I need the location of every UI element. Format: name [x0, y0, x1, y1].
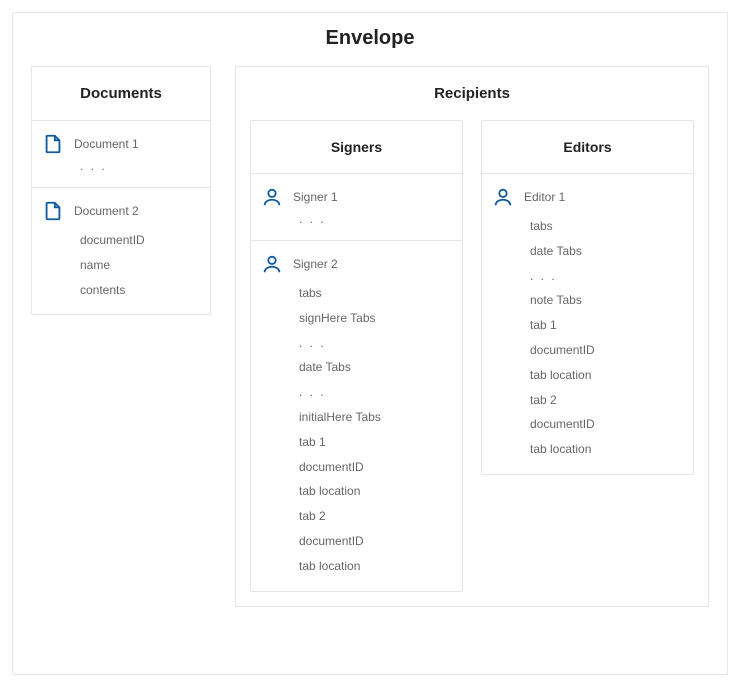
ellipsis: . . . — [299, 380, 452, 405]
documents-panel: Documents Document 1 . . . — [31, 66, 211, 315]
tab-prop: documentID — [299, 529, 452, 554]
signer-item: Signer 1 . . . — [251, 173, 462, 240]
tab-group: date Tabs — [530, 239, 683, 264]
person-icon — [492, 186, 514, 208]
editor-label: Editor 1 — [524, 190, 565, 204]
document-prop: name — [80, 253, 200, 278]
tab-prop: documentID — [530, 412, 683, 437]
tab-prop: tab location — [530, 437, 683, 462]
document-icon — [42, 133, 64, 155]
ellipsis: . . . — [42, 155, 200, 175]
ellipsis: . . . — [299, 331, 452, 356]
document-prop: contents — [80, 278, 200, 303]
tab-group: initialHere Tabs — [299, 405, 452, 430]
signer-label: Signer 1 — [293, 190, 338, 204]
document-icon — [42, 200, 64, 222]
document-label: Document 1 — [74, 137, 139, 151]
tabs-label: tabs — [530, 214, 683, 239]
tab-group: note Tabs — [530, 288, 683, 313]
recipients-panel: Recipients Signers Signer 1 — [235, 66, 709, 607]
document-prop: documentID — [80, 228, 200, 253]
tab-item: tab 1 — [530, 313, 683, 338]
person-icon — [261, 253, 283, 275]
editors-panel: Editors Editor 1 tabs date Tabs — [481, 120, 694, 475]
document-label: Document 2 — [74, 204, 139, 218]
tab-item: tab 1 — [299, 430, 452, 455]
person-icon — [261, 186, 283, 208]
signers-title: Signers — [251, 121, 462, 173]
signers-panel: Signers Signer 1 . . . — [250, 120, 463, 592]
tab-prop: tab location — [299, 554, 452, 579]
tab-group: signHere Tabs — [299, 306, 452, 331]
tab-group: date Tabs — [299, 355, 452, 380]
tab-prop: documentID — [530, 338, 683, 363]
editor-item: Editor 1 tabs date Tabs . . . note Tabs … — [482, 173, 693, 474]
tab-item: tab 2 — [530, 388, 683, 413]
ellipsis: . . . — [261, 208, 452, 228]
document-item: Document 1 . . . — [32, 120, 210, 187]
tab-prop: tab location — [299, 479, 452, 504]
envelope-panel: Envelope Documents Document 1 . . . — [12, 12, 728, 675]
editors-title: Editors — [482, 121, 693, 173]
signer-item: Signer 2 tabs signHere Tabs . . . date T… — [251, 240, 462, 591]
tab-prop: tab location — [530, 363, 683, 388]
tabs-label: tabs — [299, 281, 452, 306]
signer-label: Signer 2 — [293, 257, 338, 271]
ellipsis: . . . — [530, 264, 683, 289]
document-item: Document 2 documentID name contents — [32, 187, 210, 314]
envelope-title: Envelope — [31, 27, 709, 50]
tab-item: tab 2 — [299, 504, 452, 529]
recipients-title: Recipients — [250, 67, 694, 120]
tab-prop: documentID — [299, 455, 452, 480]
documents-title: Documents — [32, 67, 210, 120]
